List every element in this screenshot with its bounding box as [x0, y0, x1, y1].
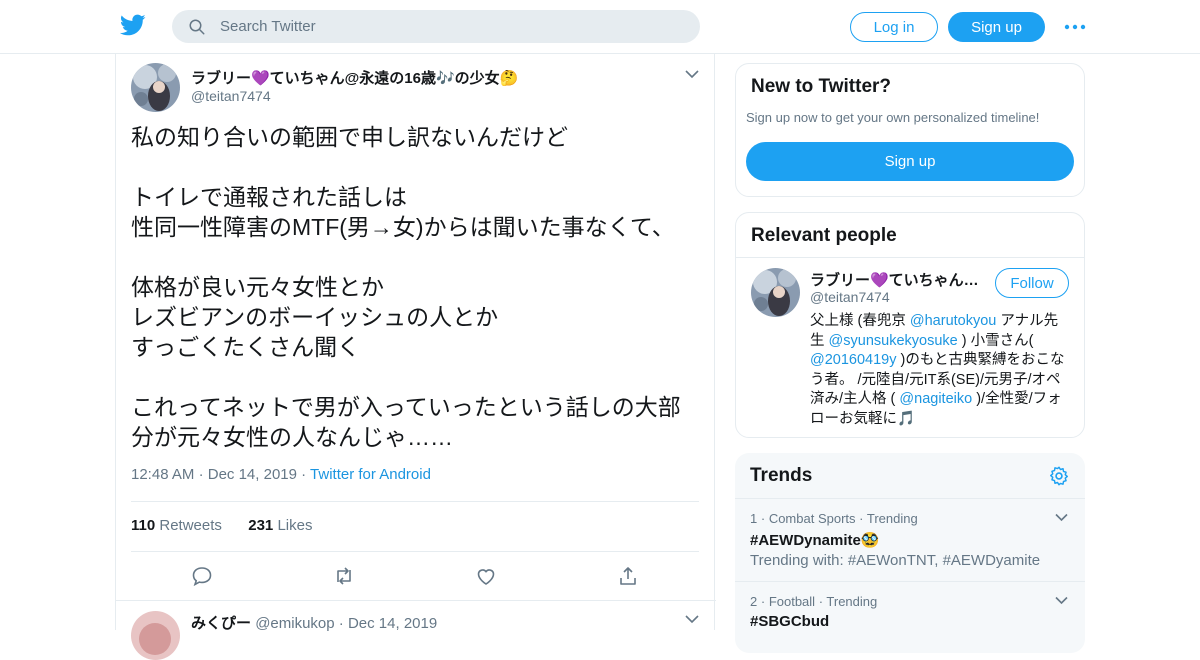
- bio-mention-link[interactable]: @nagiteiko: [899, 391, 972, 407]
- trend-rank: 2: [750, 594, 758, 609]
- divider: [735, 581, 1085, 582]
- twitter-bird-icon[interactable]: [120, 12, 146, 38]
- tweet-column: ラブリー💜ていちゃん@永遠の16歳🎶の少女🤔 @teitan7474 私の知り合…: [115, 54, 716, 660]
- card-title: Trends: [750, 465, 813, 486]
- trend-category: Combat Sports: [768, 511, 856, 526]
- new-to-twitter-card: New to Twitter? Sign up now to get your …: [735, 63, 1085, 197]
- search-box[interactable]: [172, 10, 700, 43]
- avatar[interactable]: [751, 268, 800, 317]
- bio-mention-link[interactable]: @harutokyou: [910, 313, 996, 329]
- tweet-source-link[interactable]: Twitter for Android: [310, 466, 431, 483]
- reply-tweet[interactable]: みくぴー @emikukop · Dec 14, 2019: [116, 600, 716, 660]
- trend-meta: 2 · Football · Trending: [750, 594, 877, 609]
- chevron-down-icon[interactable]: [685, 614, 699, 624]
- divider: [735, 498, 1085, 499]
- tweet-stats: 110 Retweets 231 Likes: [131, 517, 312, 534]
- bio-mention-link[interactable]: @20160419y: [810, 352, 896, 368]
- reply-author-handle[interactable]: @emikukop: [255, 615, 334, 632]
- card-title: New to Twitter?: [751, 76, 892, 97]
- bio-text: 父上様 (春兜京: [810, 313, 910, 329]
- tweet-date: Dec 14, 2019: [207, 466, 297, 483]
- tweet-author-name[interactable]: ラブリー💜ていちゃん@永遠の16歳🎶の少女🤔: [191, 67, 518, 88]
- more-options-icon[interactable]: [1064, 18, 1086, 36]
- tweet-author-handle[interactable]: @teitan7474: [191, 88, 271, 104]
- meta-separator: ·: [301, 466, 311, 483]
- top-bar: Log in Sign up: [0, 0, 1200, 54]
- tweet-text: 私の知り合いの範囲で申し訳ないんだけど トイレで通報された話しは 性同一性障害の…: [131, 124, 681, 450]
- divider: [131, 501, 699, 502]
- person-bio: 父上様 (春兜京 @harutokyou アナル先生 @syunsukekyos…: [810, 312, 1072, 429]
- retweets-label[interactable]: Retweets: [159, 517, 222, 534]
- reply-date[interactable]: Dec 14, 2019: [348, 615, 437, 632]
- tweet-metadata: 12:48 AM · Dec 14, 2019 · Twitter for An…: [131, 466, 431, 483]
- card-header: Relevant people: [736, 213, 1084, 258]
- search-icon: [189, 19, 205, 34]
- trend-meta: 1 · Combat Sports · Trending: [750, 511, 918, 526]
- retweets-count[interactable]: 110: [131, 517, 155, 534]
- trend-status: Trending: [826, 594, 878, 609]
- chevron-down-icon[interactable]: [1055, 513, 1068, 522]
- trend-with: Trending with: #AEWonTNT, #AEWDyamite: [750, 552, 1041, 569]
- person-name[interactable]: ラブリー💜ていちゃん…: [810, 269, 982, 290]
- avatar[interactable]: [131, 63, 180, 112]
- tweet-actions: [116, 562, 716, 592]
- bio-text: ) 小雪さん(: [957, 332, 1034, 349]
- avatar[interactable]: [131, 611, 180, 660]
- signup-card-button[interactable]: Sign up: [746, 142, 1074, 181]
- reply-author-name[interactable]: みくぴー: [191, 615, 251, 632]
- meta-separator: ·: [760, 511, 769, 526]
- likes-label[interactable]: Likes: [277, 517, 312, 534]
- card-title: Relevant people: [751, 225, 897, 246]
- avatar-image: [131, 63, 180, 112]
- meta-separator: ·: [859, 511, 867, 526]
- settings-gear-icon[interactable]: [1048, 465, 1070, 487]
- reply-icon[interactable]: [190, 564, 214, 588]
- signup-button[interactable]: Sign up: [948, 12, 1045, 42]
- trend-rank: 1: [750, 511, 758, 526]
- trend-name[interactable]: #SBGCbud: [750, 613, 829, 630]
- meta-separator: ·: [338, 615, 348, 632]
- login-button[interactable]: Log in: [850, 12, 938, 42]
- divider: [131, 551, 699, 552]
- follow-button[interactable]: Follow: [995, 268, 1069, 298]
- relevant-people-card: Relevant people ラブリー💜ていちゃん… @teitan7474 …: [735, 212, 1085, 438]
- share-icon[interactable]: [616, 564, 640, 588]
- chevron-down-icon[interactable]: [1055, 596, 1068, 605]
- trend-category: Football: [768, 594, 816, 609]
- chevron-down-icon[interactable]: [685, 69, 699, 79]
- person-handle[interactable]: @teitan7474: [810, 289, 890, 305]
- trend-status: Trending: [866, 511, 918, 526]
- trend-name[interactable]: #AEWDynamite🥸: [750, 531, 880, 549]
- avatar-image: [751, 268, 800, 317]
- bio-mention-link[interactable]: @syunsukekyosuke: [829, 333, 958, 349]
- meta-separator: ·: [760, 594, 769, 609]
- reply-avatar-image: [131, 611, 180, 660]
- tweet-time: 12:48 AM: [131, 466, 195, 483]
- meta-separator: ·: [198, 466, 208, 483]
- trends-card: Trends 1 · Combat Sports · Trending #AEW…: [735, 453, 1085, 653]
- search-input[interactable]: [220, 18, 660, 35]
- card-subtitle: Sign up now to get your own personalized…: [746, 110, 1040, 125]
- like-heart-icon[interactable]: [474, 564, 498, 588]
- retweet-icon[interactable]: [332, 564, 356, 588]
- likes-count[interactable]: 231: [248, 517, 273, 534]
